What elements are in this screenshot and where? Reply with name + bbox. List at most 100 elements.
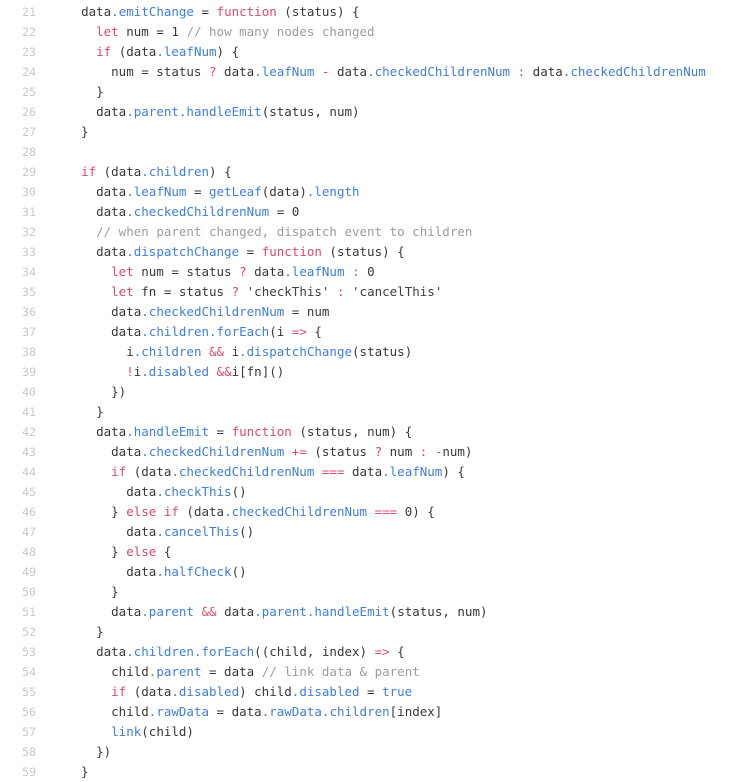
code-line: 58 })	[0, 742, 751, 762]
line-number: 29	[22, 165, 36, 179]
code-token-plain: }	[66, 624, 104, 639]
code-line: 33 data.dispatchChange = function (statu…	[0, 242, 751, 262]
code-token-plain: })	[66, 744, 112, 759]
code-line: 59 }	[0, 762, 751, 782]
line-number: 53	[22, 645, 36, 659]
line-number: 33	[22, 245, 36, 259]
code-token-operator: ?	[231, 284, 240, 299]
code-token-function: link	[111, 724, 142, 739]
line-number: 38	[22, 345, 36, 359]
code-token-function: .forEach	[209, 324, 270, 339]
code-token-operator: +=	[291, 444, 307, 459]
line-content: }	[36, 762, 751, 782]
code-line: 28	[0, 142, 751, 162]
line-number: 45	[22, 485, 36, 499]
code-token-plain: ((child, index)	[254, 644, 375, 659]
code-token-plain: i	[224, 344, 240, 359]
line-content: data.parent.handleEmit(status, num)	[36, 102, 751, 122]
code-line: 44 if (data.checkedChildrenNum === data.…	[0, 462, 751, 482]
line-number: 40	[22, 385, 36, 399]
code-token-string: 'checkThis'	[246, 284, 330, 299]
code-line: 34 let num = status ? data.leafNum : 0	[0, 262, 751, 282]
code-line: 39 !i.disabled &&i[fn]()	[0, 362, 751, 382]
code-token-plain: =	[359, 684, 383, 699]
code-token-property: .parent	[148, 664, 202, 679]
code-token-plain: data	[66, 524, 157, 539]
line-number: 28	[22, 145, 36, 159]
line-number: 46	[22, 505, 36, 519]
code-token-plain: }	[66, 584, 119, 599]
code-token-operator: &&	[201, 604, 217, 619]
line-content: num = status ? data.leafNum - data.check…	[36, 62, 751, 82]
code-token-plain: i	[66, 344, 134, 359]
line-content: if (data.disabled) child.disabled = true	[36, 682, 751, 702]
line-content: })	[36, 382, 751, 402]
code-token-operator: :	[336, 284, 345, 299]
line-number: 49	[22, 565, 36, 579]
code-token-property: .disabled	[171, 684, 240, 699]
code-token-plain: ) {	[442, 464, 465, 479]
code-token-property: .parent	[126, 104, 179, 119]
code-viewer[interactable]: 21 data.emitChange = function (status) {…	[0, 0, 751, 779]
line-number: 26	[22, 105, 36, 119]
code-line: 49 data.halfCheck()	[0, 562, 751, 582]
code-token-keyword: if	[96, 44, 112, 59]
line-content: data.halfCheck()	[36, 562, 751, 582]
code-token-plain: }	[66, 124, 89, 139]
code-token-boolean: true	[382, 684, 413, 699]
code-token-property: .children	[321, 704, 390, 719]
line-content: })	[36, 742, 751, 762]
code-token-plain: i[fn]()	[231, 364, 285, 379]
code-line: 32 // when parent changed, dispatch even…	[0, 222, 751, 242]
code-token-operator: !	[126, 364, 134, 379]
code-token-plain: (i	[269, 324, 292, 339]
code-line: 42 data.handleEmit = function (status, n…	[0, 422, 751, 442]
code-token-property: .children	[126, 644, 194, 659]
code-token-plain: num	[382, 444, 420, 459]
code-token-plain: (data	[126, 684, 172, 699]
code-token-operator: ?	[374, 444, 383, 459]
line-content: data.emitChange = function (status) {	[36, 2, 751, 22]
code-token-plain: =	[193, 4, 217, 19]
code-token-plain: =	[269, 204, 292, 219]
code-token-plain: {	[156, 544, 172, 559]
line-content: data.cancelThis()	[36, 522, 751, 542]
code-token-operator: =>	[291, 324, 307, 339]
line-number: 42	[22, 425, 36, 439]
code-line: 36 data.checkedChildrenNum = num	[0, 302, 751, 322]
line-number: 51	[22, 605, 36, 619]
code-line: 22 let num = 1 // how many nodes changed	[0, 22, 751, 42]
line-content: data.children.forEach((child, index) => …	[36, 642, 751, 662]
code-token-plain: fn = status	[133, 284, 232, 299]
code-token-plain: }	[66, 84, 104, 99]
code-token-number: 0	[367, 264, 375, 279]
code-line: 37 data.children.forEach(i => {	[0, 322, 751, 342]
code-token-plain: child	[66, 664, 149, 679]
code-token-function: .checkThis	[156, 484, 232, 499]
code-line: 55 if (data.disabled) child.disabled = t…	[0, 682, 751, 702]
code-token-comment: // link data & parent	[261, 664, 420, 679]
line-number: 48	[22, 545, 36, 559]
code-line: 53 data.children.forEach((child, index) …	[0, 642, 751, 662]
code-line: 46 } else if (data.checkedChildrenNum ==…	[0, 502, 751, 522]
code-token-plain: data	[66, 644, 127, 659]
line-number: 30	[22, 185, 36, 199]
line-number: 27	[22, 125, 36, 139]
code-token-property: .parent	[254, 604, 307, 619]
code-token-keyword: let	[111, 264, 134, 279]
code-token-property: .children	[141, 324, 209, 339]
line-number: 35	[22, 285, 36, 299]
code-token-plain: data	[66, 424, 127, 439]
code-token-plain: ) {	[412, 504, 435, 519]
code-token-plain: (child)	[141, 724, 194, 739]
line-number: 50	[22, 585, 36, 599]
code-token-keyword: function	[216, 4, 277, 19]
line-number: 37	[22, 325, 36, 339]
